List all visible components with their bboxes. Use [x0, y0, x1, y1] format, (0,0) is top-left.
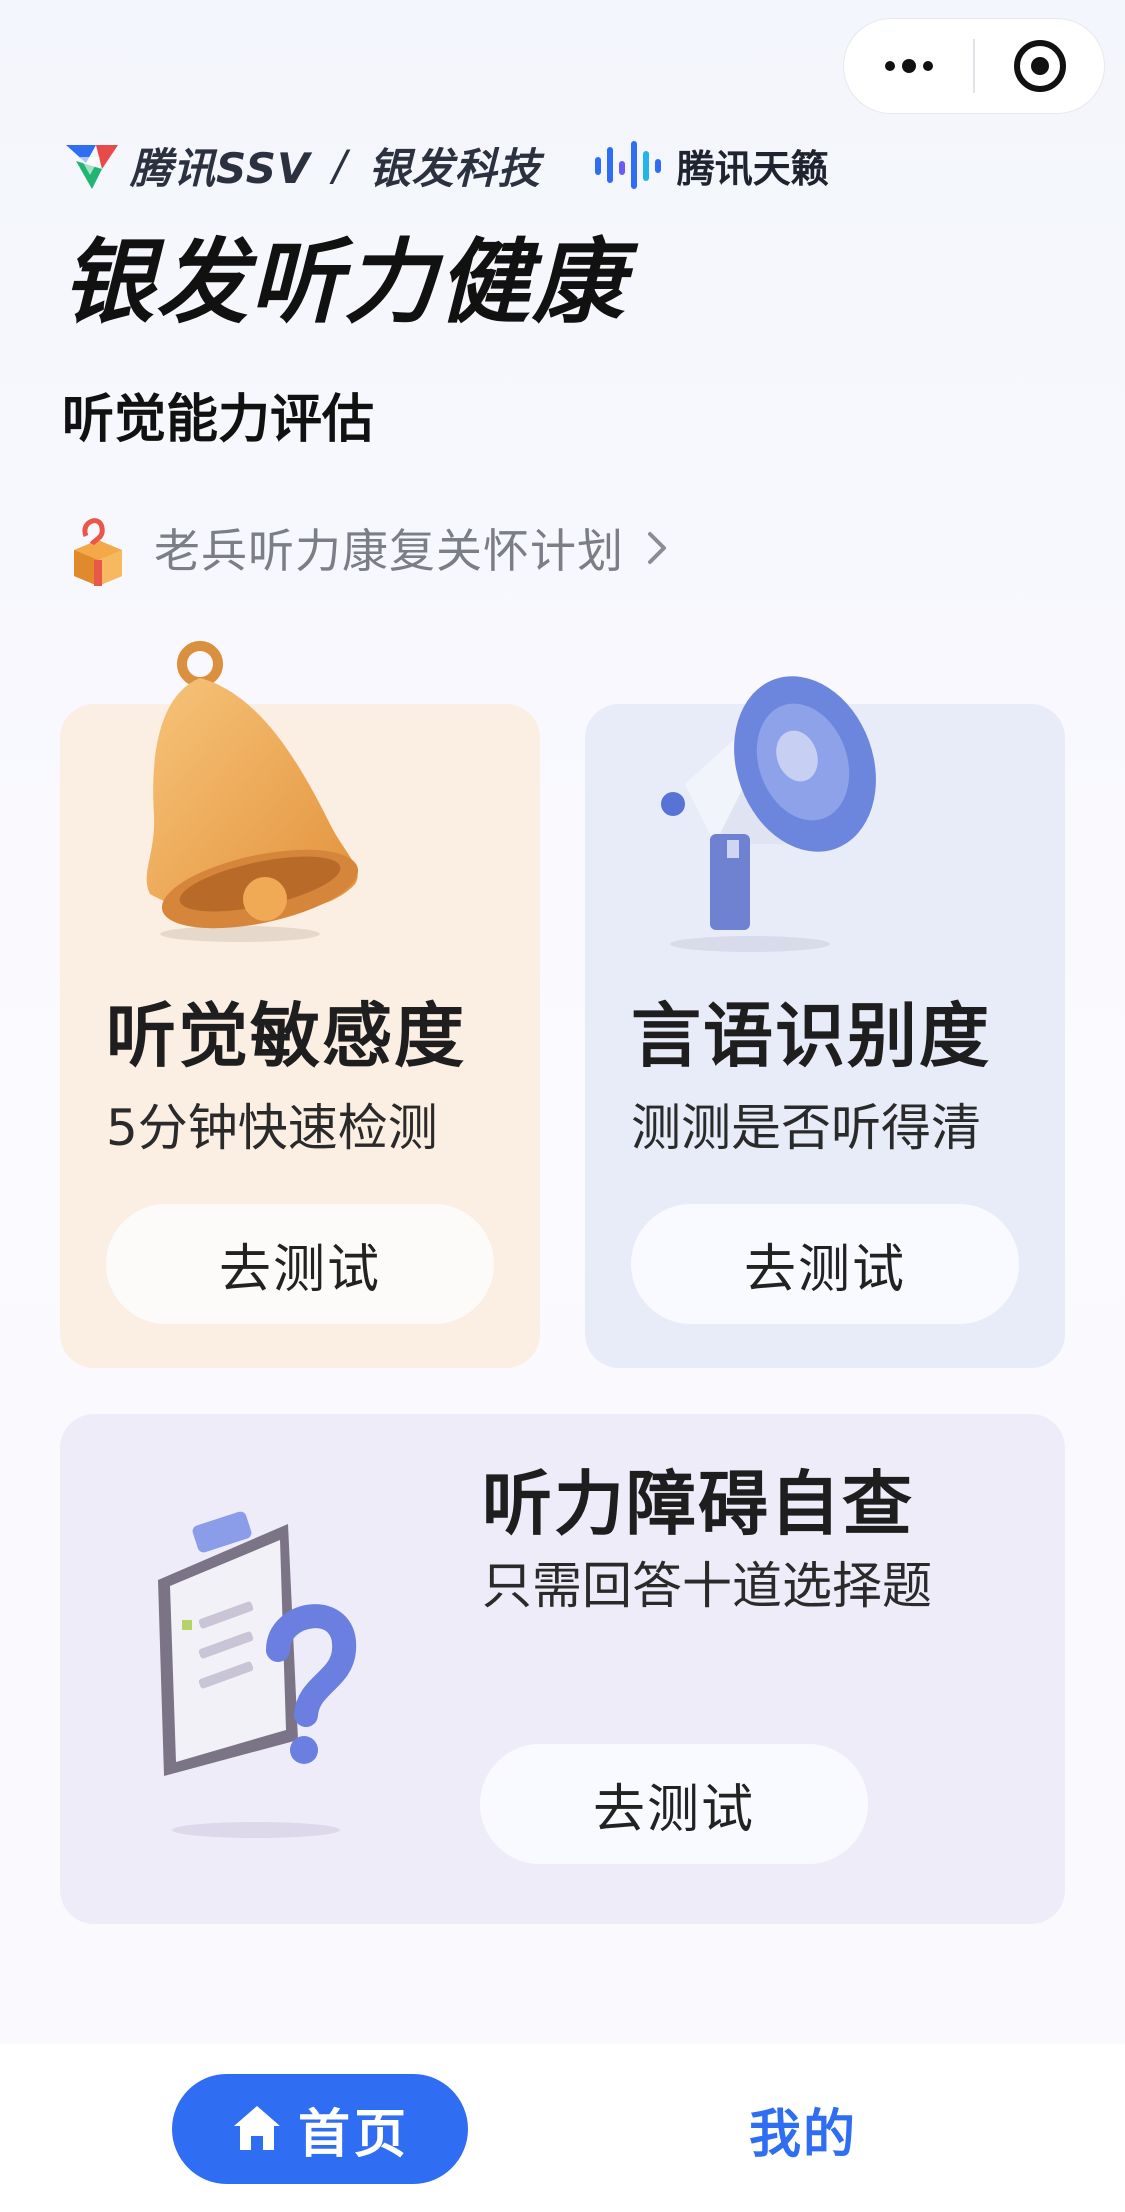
- card-title: 言语识别度: [631, 995, 991, 1077]
- megaphone-icon: [661, 676, 876, 952]
- tianlai-label: 腾讯天籁: [676, 146, 829, 191]
- bottom-tab-bar: 首页 我的: [0, 2044, 1125, 2212]
- bell-icon: [146, 641, 359, 942]
- tianlai-logo-icon: [594, 141, 661, 189]
- hearing-sensitivity-test-button[interactable]: 去测试: [106, 1204, 494, 1324]
- brand-separator: /: [332, 140, 347, 190]
- card-desc: 测测是否听得清: [631, 1099, 981, 1157]
- close-miniprogram-button[interactable]: [975, 19, 1104, 113]
- home-icon: [233, 2106, 280, 2150]
- ssv-label: 腾讯SSV: [130, 143, 311, 193]
- promo-label: 老兵听力康复关怀计划: [154, 524, 624, 578]
- selfcheck-test-button[interactable]: 去测试: [480, 1744, 868, 1864]
- page-title: 银发听力健康: [62, 229, 627, 336]
- miniprogram-capsule: [843, 18, 1105, 114]
- card-title: 听觉敏感度: [106, 995, 466, 1077]
- card-title: 听力障碍自查: [482, 1463, 914, 1545]
- tencent-ssv-logo-icon: [66, 145, 118, 189]
- yinfa-label: 银发科技: [368, 143, 541, 193]
- clipboard-question-icon: [158, 1511, 357, 1838]
- tab-mine-label: 我的: [748, 2104, 857, 2165]
- tab-home[interactable]: 首页: [172, 2074, 468, 2184]
- more-button[interactable]: [844, 19, 973, 113]
- card-desc: 5分钟快速检测: [106, 1099, 438, 1157]
- tab-mine[interactable]: 我的: [748, 2074, 858, 2184]
- card-desc: 只需回答十道选择题: [482, 1557, 932, 1615]
- brand-row: 腾讯SSV / 银发科技 腾讯天籁: [62, 130, 829, 200]
- tab-home-label: 首页: [297, 2104, 410, 2165]
- veteran-program-link[interactable]: 老兵听力康复关怀计划: [66, 508, 672, 588]
- page-subtitle: 听觉能力评估: [62, 390, 375, 450]
- speech-recognition-test-button[interactable]: 去测试: [631, 1204, 1019, 1324]
- chevron-right-icon: [648, 532, 666, 564]
- gift-box-icon: [74, 518, 122, 586]
- more-dots-icon: [884, 59, 933, 73]
- target-icon: [1013, 40, 1066, 92]
